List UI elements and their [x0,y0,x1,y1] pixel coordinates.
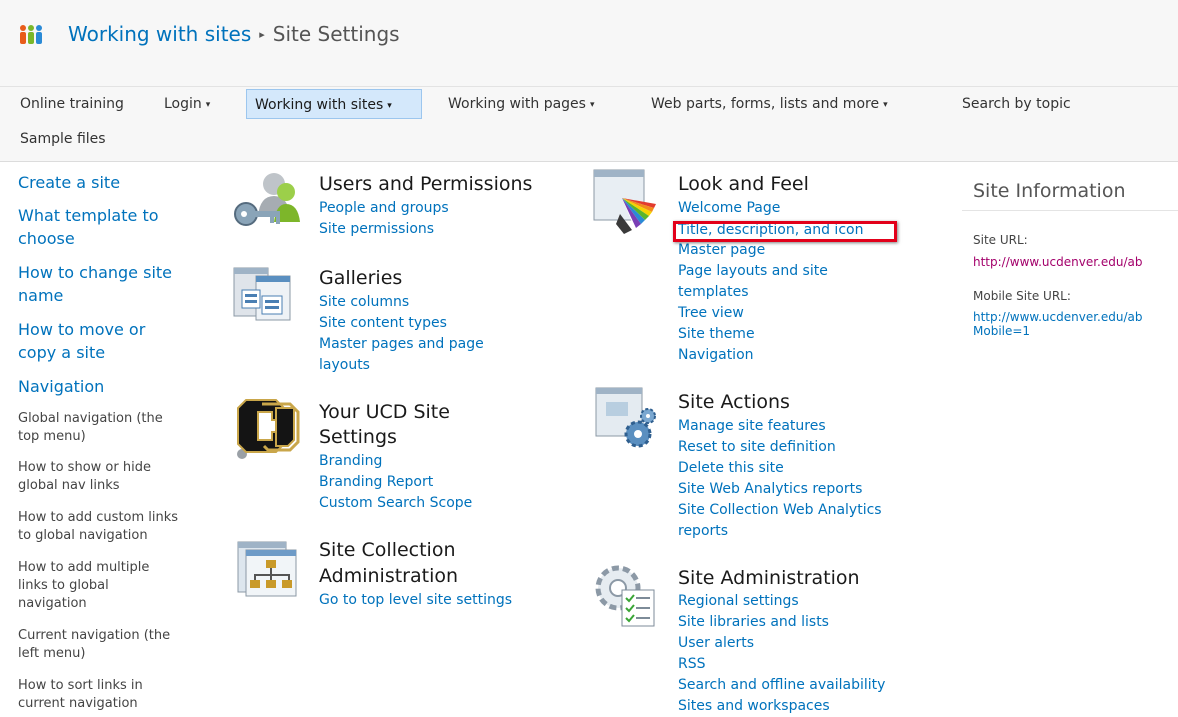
ql-global-nav[interactable]: Global navigation (the [18,410,163,427]
ql-add-multiple[interactable]: How to add multiple [18,559,149,576]
section-title-users-permissions: Users and Permissions [319,173,533,195]
chevron-down-icon: ▾ [205,100,211,110]
link-master-pages-and-page-layouts-cont[interactable]: layouts [319,355,370,376]
ql-add-custom-cont[interactable]: to global navigation [18,527,148,544]
link-branding-report[interactable]: Branding Report [319,472,433,493]
link-reset-to-site-definition[interactable]: Reset to site definition [678,437,836,458]
link-site-permissions[interactable]: Site permissions [319,219,434,240]
section-title-site-administration: Site Administration [678,567,860,589]
ql-change-site-name[interactable]: How to change site [18,262,172,284]
link-site-content-types[interactable]: Site content types [319,313,447,334]
users-permissions-icon [234,173,300,226]
link-regional-settings[interactable]: Regional settings [678,591,799,612]
ql-change-site-name-cont[interactable]: name [18,285,63,307]
page-title: Site Settings [272,22,400,46]
link-branding[interactable]: Branding [319,451,382,472]
link-page-layouts-and-site-templates-cont[interactable]: templates [678,282,749,303]
ql-create-site[interactable]: Create a site [18,172,120,194]
link-site-columns[interactable]: Site columns [319,292,409,313]
nav-web-parts-forms-lists[interactable]: Web parts, forms, lists and more ▾ [643,89,896,119]
link-sites-and-workspaces[interactable]: Sites and workspaces [678,696,830,717]
mobile-site-url-link-cont[interactable]: Mobile=1 [973,324,1030,338]
ql-move-copy-cont[interactable]: copy a site [18,342,105,364]
ql-show-hide[interactable]: How to show or hide [18,459,151,476]
galleries-icon [233,267,291,321]
section-title-site-collection-admin-cont: Administration [319,565,459,587]
link-search-offline-availability[interactable]: Search and offline availability [678,675,885,696]
link-user-alerts[interactable]: User alerts [678,633,754,654]
site-info-divider [962,210,1178,211]
nav-working-with-pages[interactable]: Working with pages ▾ [440,89,603,119]
ql-global-nav-cont[interactable]: top menu) [18,428,86,445]
link-site-theme[interactable]: Site theme [678,324,755,345]
link-people-and-groups[interactable]: People and groups [319,198,449,219]
link-master-page[interactable]: Master page [678,240,765,261]
mobile-site-url-label: Mobile Site URL: [973,289,1071,303]
ql-sort-links-cont[interactable]: current navigation [18,695,138,712]
page-header: Working with sites ▸ Site Settings [0,0,1178,86]
link-site-web-analytics[interactable]: Site Web Analytics reports [678,479,862,500]
ql-what-template[interactable]: What template to [18,205,159,227]
breadcrumb-separator-icon: ▸ [259,28,265,41]
link-delete-this-site[interactable]: Delete this site [678,458,784,479]
link-manage-site-features[interactable]: Manage site features [678,416,826,437]
chevron-down-icon: ▾ [387,101,392,111]
nav-login[interactable]: Login ▾ [156,89,218,119]
link-navigation[interactable]: Navigation [678,345,754,366]
breadcrumb: Working with sites ▸ Site Settings [68,22,400,46]
link-welcome-page[interactable]: Welcome Page [678,198,780,219]
section-title-look-and-feel: Look and Feel [678,173,809,195]
ql-current-nav-cont[interactable]: left menu) [18,645,85,662]
chevron-down-icon: ▾ [883,100,888,110]
ql-current-nav[interactable]: Current navigation (the [18,627,170,644]
ql-add-multiple-cont[interactable]: links to global [18,577,109,594]
site-administration-icon [595,565,655,627]
link-master-pages-and-page-layouts[interactable]: Master pages and page [319,334,484,355]
link-custom-search-scope[interactable]: Custom Search Scope [319,493,472,514]
mobile-site-url-link[interactable]: http://www.ucdenver.edu/ab [973,310,1142,324]
section-title-site-collection-admin: Site Collection [319,539,456,561]
link-rss[interactable]: RSS [678,654,706,675]
site-actions-icon [595,387,656,448]
section-title-site-actions: Site Actions [678,391,790,413]
nav-working-with-sites[interactable]: Working with sites ▾ [246,89,422,119]
site-collection-admin-icon [237,541,297,597]
site-url-link[interactable]: http://www.ucdenver.edu/ab [973,255,1142,269]
ql-add-multiple-cont2[interactable]: navigation [18,595,87,612]
link-site-collection-web-analytics[interactable]: Site Collection Web Analytics [678,500,882,521]
sharepoint-people-logo-icon [20,25,42,44]
link-top-level-site-settings[interactable]: Go to top level site settings [319,590,512,611]
link-site-collection-web-analytics-cont[interactable]: reports [678,521,728,542]
nav-search-by-topic[interactable]: Search by topic [954,89,1079,119]
nav-online-training[interactable]: Online training [12,89,132,119]
site-url-label: Site URL: [973,233,1028,247]
nav-sample-files[interactable]: Sample files [12,124,114,154]
global-navigation: Online training Login ▾ Working with site… [0,86,1178,162]
cu-logo-icon [237,399,300,459]
section-title-galleries: Galleries [319,267,403,289]
section-title-ucd-settings-cont: Settings [319,426,397,448]
link-site-libraries-and-lists[interactable]: Site libraries and lists [678,612,829,633]
ql-add-custom[interactable]: How to add custom links [18,509,178,526]
link-tree-view[interactable]: Tree view [678,303,744,324]
highlight-box [673,221,897,242]
ql-move-copy[interactable]: How to move or [18,319,145,341]
look-and-feel-icon [593,169,656,234]
link-page-layouts-and-site-templates[interactable]: Page layouts and site [678,261,828,282]
ql-sort-links[interactable]: How to sort links in [18,677,143,694]
ql-navigation[interactable]: Navigation [18,376,104,398]
chevron-down-icon: ▾ [589,100,595,110]
ql-what-template-cont[interactable]: choose [18,228,75,250]
ql-show-hide-cont[interactable]: global nav links [18,477,120,494]
site-info-title: Site Information [973,180,1126,202]
section-title-ucd-settings: Your UCD Site [319,401,450,423]
breadcrumb-site-link[interactable]: Working with sites [68,22,251,46]
